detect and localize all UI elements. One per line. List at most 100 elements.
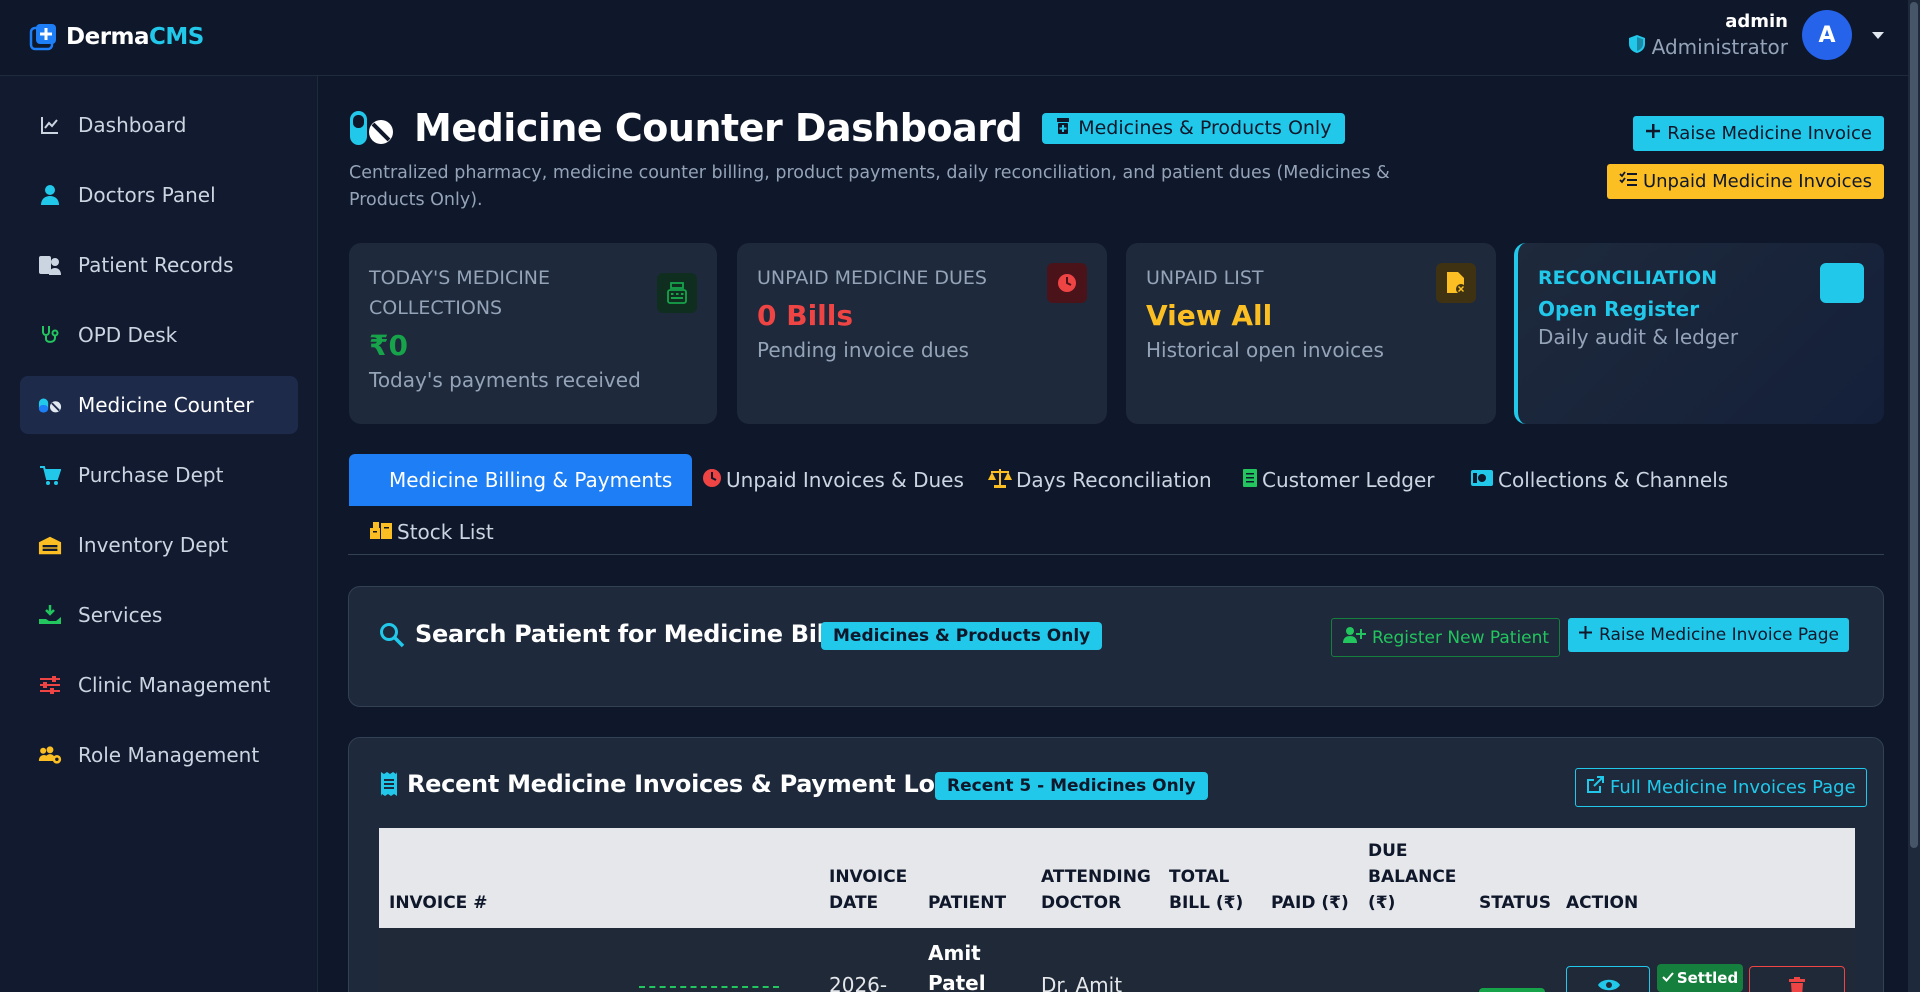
- users-gear-icon: [38, 743, 62, 767]
- doctor-icon: [38, 183, 62, 207]
- app-logo[interactable]: DermaCMS: [28, 22, 204, 52]
- chevron-down-icon[interactable]: [1872, 31, 1884, 39]
- tab-unpaid-invoices[interactable]: Unpaid Invoices & Dues: [702, 454, 964, 506]
- sidebar-item-label: Clinic Management: [78, 673, 271, 697]
- check-icon: [1662, 969, 1674, 987]
- ledger-icon: [1242, 468, 1258, 493]
- col-attending-doctor: ATTENDING DOCTOR: [1041, 867, 1151, 913]
- user-meta: admin Administrator: [1628, 11, 1788, 59]
- avatar[interactable]: A: [1802, 10, 1852, 60]
- sidebar-item-services[interactable]: Services: [20, 586, 298, 644]
- tab-collections-channels[interactable]: Collections & Channels: [1470, 454, 1728, 506]
- register-new-patient-button[interactable]: Register New Patient: [1331, 618, 1561, 657]
- card-value: 0 Bills: [757, 299, 854, 332]
- sidebar-item-label: Inventory Dept: [78, 533, 229, 557]
- patient-records-icon: [38, 253, 62, 277]
- sidebar-item-purchase-dept[interactable]: Purchase Dept: [20, 446, 298, 504]
- shield-icon: [1628, 34, 1646, 59]
- receipt-icon: [379, 771, 399, 801]
- tab-stock-list[interactable]: Stock List: [369, 506, 494, 558]
- table-row[interactable]: 2026- Amit Patel Dr. Amit Settled: [379, 928, 1855, 992]
- tab-days-reconciliation[interactable]: Days Reconciliation: [988, 454, 1212, 506]
- scrollbar-thumb[interactable]: [1910, 2, 1918, 848]
- col-invoice-number: INVOICE #: [389, 893, 488, 913]
- stethoscope-icon: [38, 323, 62, 347]
- recent-badge: Recent 5 - Medicines Only: [935, 772, 1208, 800]
- invoice-date: 2026-: [829, 973, 888, 992]
- user-role: Administrator: [1628, 34, 1788, 59]
- view-invoice-button[interactable]: [1566, 966, 1650, 992]
- stat-card-collections[interactable]: TODAY'S MEDICINE COLLECTIONS ₹0 Today's …: [349, 243, 717, 424]
- sidebar-item-label: Medicine Counter: [78, 393, 254, 417]
- logo-plus-icon: [28, 22, 58, 52]
- card-value: ₹0: [369, 329, 408, 362]
- col-invoice-date: INVOICE DATE: [829, 867, 908, 913]
- cart-icon: [38, 463, 62, 487]
- page-scrollbar[interactable]: [1908, 0, 1920, 992]
- sidebar: Dashboard Doctors Panel Patient Records …: [0, 76, 318, 992]
- pill-bottle-icon: [1056, 117, 1070, 140]
- search-patient-panel: Search Patient for Medicine Billing Medi…: [348, 586, 1884, 707]
- trash-icon: [1788, 977, 1806, 992]
- col-total-bill: TOTAL BILL (₹): [1169, 867, 1244, 913]
- card-label: TODAY'S MEDICINE COLLECTIONS: [369, 267, 551, 319]
- stat-card-reconciliation[interactable]: RECONCILIATION Open Register Daily audit…: [1514, 243, 1884, 424]
- sidebar-item-label: Doctors Panel: [78, 183, 216, 207]
- card-label: UNPAID LIST: [1146, 267, 1264, 289]
- full-medicine-invoices-page-button[interactable]: Full Medicine Invoices Page: [1575, 768, 1867, 807]
- search-icon: [379, 622, 405, 652]
- card-value: View All: [1146, 299, 1273, 332]
- recent-invoices-panel: Recent Medicine Invoices & Payment Logge…: [348, 737, 1884, 992]
- main-content: Medicine Counter Dashboard Medicines & P…: [318, 76, 1920, 992]
- sidebar-item-opd-desk[interactable]: OPD Desk: [20, 306, 298, 364]
- unpaid-medicine-invoices-button[interactable]: Unpaid Medicine Invoices: [1606, 164, 1884, 199]
- tab-medicine-billing[interactable]: Medicine Billing & Payments: [349, 454, 693, 506]
- card-desc: Historical open invoices: [1146, 338, 1384, 362]
- sidebar-item-dashboard[interactable]: Dashboard: [20, 96, 298, 154]
- card-label: RECONCILIATION: [1538, 267, 1718, 289]
- settled-badge: Settled: [1657, 964, 1743, 992]
- list-check-icon: [1619, 171, 1637, 192]
- page-header: Medicine Counter Dashboard Medicines & P…: [348, 106, 1346, 150]
- sidebar-item-patient-records[interactable]: Patient Records: [20, 236, 298, 294]
- card-desc: Today's payments received: [369, 368, 641, 392]
- raise-medicine-invoice-page-button[interactable]: Raise Medicine Invoice Page: [1568, 618, 1849, 652]
- stat-card-unpaid-list[interactable]: UNPAID LIST View All Historical open inv…: [1126, 243, 1496, 424]
- sidebar-item-label: OPD Desk: [78, 323, 178, 347]
- patient-name[interactable]: Amit Patel: [928, 938, 988, 992]
- delete-invoice-button[interactable]: [1749, 966, 1845, 992]
- sidebar-item-role-management[interactable]: Role Management: [20, 726, 298, 784]
- col-status: STATUS: [1479, 893, 1552, 913]
- external-link-icon: [1586, 776, 1604, 799]
- sidebar-item-label: Dashboard: [78, 113, 187, 137]
- tab-customer-ledger[interactable]: Customer Ledger: [1242, 454, 1435, 506]
- cash-register-icon: [657, 273, 697, 313]
- clock-icon: [702, 468, 722, 493]
- sidebar-item-clinic-management[interactable]: Clinic Management: [20, 656, 298, 714]
- pills-icon: [38, 393, 62, 417]
- card-desc: Daily audit & ledger: [1538, 325, 1739, 349]
- tabs-divider: [348, 554, 1884, 555]
- plus-icon: [1645, 123, 1661, 144]
- user-name: admin: [1725, 11, 1788, 32]
- user-menu[interactable]: admin Administrator A: [1628, 10, 1884, 60]
- sidebar-item-label: Purchase Dept: [78, 463, 224, 487]
- warehouse-icon: [38, 533, 62, 557]
- invoice-link-fragment[interactable]: [639, 986, 779, 990]
- raise-medicine-invoice-button[interactable]: Raise Medicine Invoice: [1633, 116, 1884, 151]
- sidebar-item-medicine-counter[interactable]: Medicine Counter: [20, 376, 298, 434]
- invoices-panel-title: Recent Medicine Invoices & Payment Logge…: [407, 770, 1010, 798]
- sidebar-item-doctors-panel[interactable]: Doctors Panel: [20, 166, 298, 224]
- stat-card-unpaid-dues[interactable]: UNPAID MEDICINE DUES 0 Bills Pending inv…: [737, 243, 1107, 424]
- attending-doctor: Dr. Amit: [1041, 973, 1123, 992]
- sidebar-item-label: Patient Records: [78, 253, 234, 277]
- card-value: Open Register: [1538, 297, 1700, 321]
- scope-badge: Medicines & Products Only: [821, 622, 1103, 650]
- card-desc: Pending invoice dues: [757, 338, 969, 362]
- page-subtitle: Centralized pharmacy, medicine counter b…: [349, 163, 1390, 210]
- search-panel-title: Search Patient for Medicine Billing: [415, 620, 875, 648]
- register-icon: [1820, 263, 1864, 303]
- sliders-icon: [38, 673, 62, 697]
- sidebar-item-inventory-dept[interactable]: Inventory Dept: [20, 516, 298, 574]
- status-badge: [1479, 988, 1545, 992]
